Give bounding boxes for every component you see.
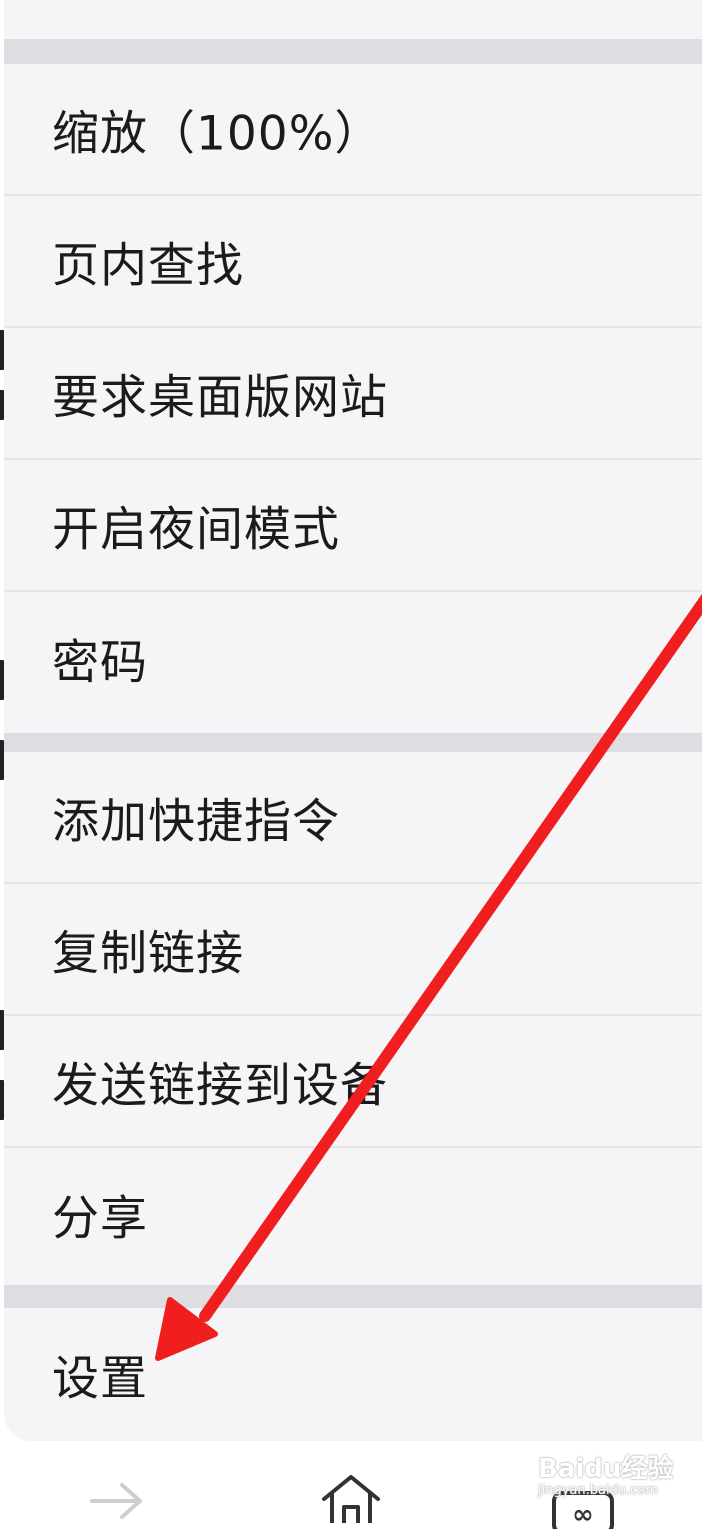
menu-item-label: 添加快捷指令 bbox=[52, 794, 340, 850]
menu-item-label: 页内查找 bbox=[52, 238, 244, 294]
baidu-jingyan-watermark: Baidu经验 jingyan.baidu.com bbox=[538, 1448, 698, 1508]
browser-menu-sheet: 缩放（100%） 页内查找 要求桌面版网站 开启夜间模式 密码 添加快捷指令 复… bbox=[4, 0, 702, 1441]
forward-icon[interactable] bbox=[88, 1481, 148, 1521]
menu-item-label: 复制链接 bbox=[52, 926, 244, 982]
watermark-text: Baidu经验 bbox=[538, 1454, 674, 1484]
menu-item-label: 要求桌面版网站 bbox=[52, 370, 388, 426]
menu-item-label: 缩放（100%） bbox=[52, 106, 383, 162]
menu-item-copy-link[interactable]: 复制链接 bbox=[4, 884, 702, 1016]
menu-item-label: 分享 bbox=[52, 1191, 148, 1247]
menu-group-sharing: 添加快捷指令 复制链接 发送链接到设备 分享 bbox=[4, 752, 702, 1285]
menu-item-label: 发送链接到设备 bbox=[52, 1058, 388, 1114]
menu-item-settings[interactable]: 设置 bbox=[4, 1308, 702, 1440]
menu-item-night-mode[interactable]: 开启夜间模式 bbox=[4, 460, 702, 592]
menu-group-top bbox=[4, 0, 702, 39]
watermark-url: jingyan.baidu.com bbox=[538, 1483, 658, 1498]
menu-item-request-desktop-site[interactable]: 要求桌面版网站 bbox=[4, 328, 702, 460]
menu-item-share[interactable]: 分享 bbox=[4, 1148, 702, 1280]
menu-item-label: 密码 bbox=[52, 635, 148, 691]
menu-item-send-link-to-device[interactable]: 发送链接到设备 bbox=[4, 1016, 702, 1148]
home-icon[interactable] bbox=[318, 1473, 384, 1523]
menu-group-page-tools: 缩放（100%） 页内查找 要求桌面版网站 开启夜间模式 密码 bbox=[4, 64, 702, 733]
menu-group-settings: 设置 bbox=[4, 1308, 702, 1441]
menu-item-label: 设置 bbox=[52, 1351, 148, 1407]
menu-item-find-in-page[interactable]: 页内查找 bbox=[4, 196, 702, 328]
menu-item-label: 开启夜间模式 bbox=[52, 502, 340, 558]
menu-item-zoom[interactable]: 缩放（100%） bbox=[4, 64, 702, 196]
menu-item-add-shortcut[interactable]: 添加快捷指令 bbox=[4, 752, 702, 884]
menu-item-passwords[interactable]: 密码 bbox=[4, 592, 702, 724]
